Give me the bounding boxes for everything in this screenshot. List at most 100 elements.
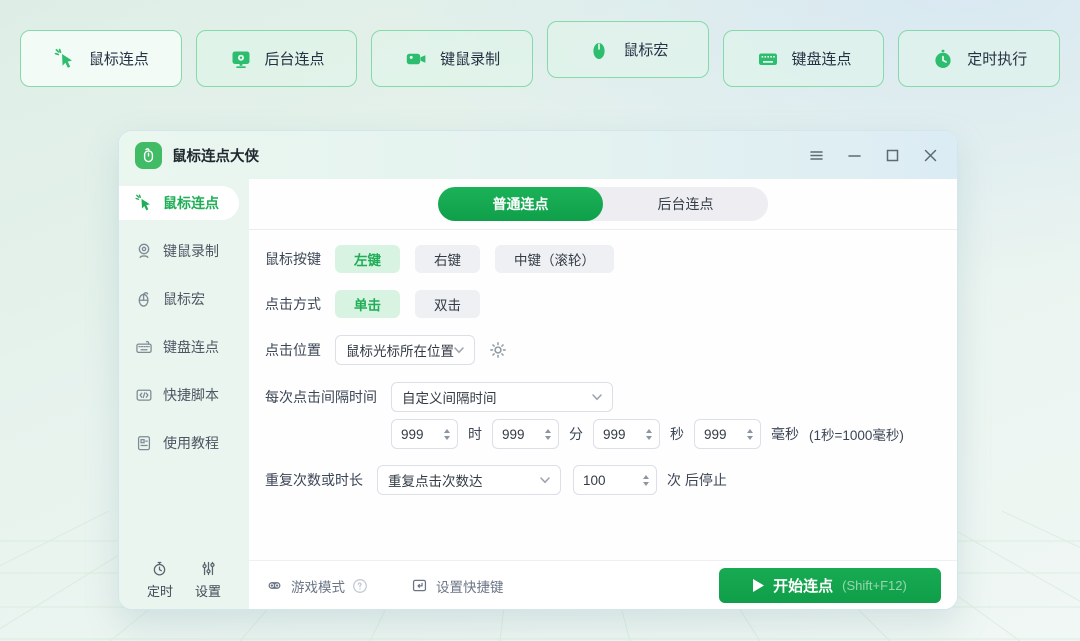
top-launcher-nav: 鼠标连点 后台连点 键鼠录制 鼠标宏 (20, 30, 1060, 87)
game-mode-toggle[interactable]: 游戏模式 (265, 576, 368, 596)
sidebar-settings-button[interactable]: 设置 (195, 559, 221, 600)
sidebar-item-quick-script[interactable]: 快捷脚本 (119, 378, 249, 412)
double-click-chip[interactable]: 双击 (415, 290, 480, 318)
click-position-select[interactable]: 鼠标光标所在位置 (335, 335, 475, 365)
mouse-icon (134, 289, 154, 309)
nav-button-label: 定时执行 (967, 48, 1027, 69)
window-title: 鼠标连点大侠 (172, 145, 259, 166)
seconds-input[interactable]: 999 (593, 419, 660, 449)
sidebar: 鼠标连点 键鼠录制 鼠标宏 (119, 179, 249, 610)
sidebar-footer-label: 设置 (195, 581, 221, 600)
sidebar-footer-label: 定时 (147, 581, 173, 600)
mouse-icon (587, 38, 611, 62)
repeat-count-value: 100 (583, 473, 637, 488)
nav-button-label: 鼠标宏 (623, 39, 668, 60)
hours-value: 999 (401, 427, 438, 442)
click-mode-tabs: 普通连点 后台连点 (438, 187, 768, 221)
start-clicking-button[interactable]: 开始连点 (Shift+F12) (719, 568, 941, 603)
nav-record-button[interactable]: 键鼠录制 (371, 30, 533, 87)
sidebar-item-label: 键盘连点 (163, 337, 219, 357)
sidebar-item-mouse-macro[interactable]: 鼠标宏 (119, 282, 249, 316)
tab-row: 普通连点 后台连点 (249, 179, 957, 230)
mouse-button-label: 鼠标按键 (265, 249, 321, 269)
hours-input[interactable]: 999 (391, 419, 458, 449)
settings-sliders-icon (199, 559, 218, 578)
script-icon (134, 385, 154, 405)
spinner[interactable] (747, 429, 753, 440)
spinner[interactable] (545, 429, 551, 440)
sidebar-item-keyboard-clicker[interactable]: 键盘连点 (119, 330, 249, 364)
tab-label: 后台连点 (658, 194, 714, 214)
sidebar-item-tutorial[interactable]: 使用教程 (119, 426, 249, 460)
nav-mouse-clicker-button[interactable]: 鼠标连点 (20, 30, 182, 87)
window-controls (808, 147, 939, 164)
interval-preset-value: 自定义间隔时间 (402, 387, 497, 407)
seconds-value: 999 (603, 427, 640, 442)
tab-label: 普通连点 (493, 194, 549, 214)
milliseconds-value: 999 (704, 427, 741, 442)
minutes-unit: 分 (569, 424, 583, 444)
spinner[interactable] (643, 475, 649, 486)
title-bar: 鼠标连点大侠 (119, 131, 957, 179)
start-button-hotkey: (Shift+F12) (842, 578, 907, 593)
sidebar-item-mouse-clicker[interactable]: 鼠标连点 (119, 186, 239, 220)
hours-unit: 时 (468, 424, 482, 444)
timer-icon (150, 559, 169, 578)
close-icon[interactable] (922, 147, 939, 164)
interval-hint: (1秒=1000毫秒) (809, 424, 904, 444)
stopwatch-icon (931, 47, 955, 71)
maximize-icon[interactable] (884, 147, 901, 164)
left-button-chip[interactable]: 左键 (335, 245, 400, 273)
nav-button-label: 键鼠录制 (440, 48, 500, 69)
action-bar: 游戏模式 设置快捷键 开始连点 (249, 560, 957, 610)
hotkey-icon (410, 576, 429, 595)
single-click-chip[interactable]: 单击 (335, 290, 400, 318)
keyboard-icon (756, 47, 780, 71)
spinner[interactable] (646, 429, 652, 440)
interval-label: 每次点击间隔时间 (265, 387, 377, 407)
keyboard-icon (134, 337, 154, 357)
repeat-mode-select[interactable]: 重复点击次数达 (377, 465, 561, 495)
nav-timed-run-button[interactable]: 定时执行 (898, 30, 1060, 87)
nav-button-label: 鼠标连点 (89, 48, 149, 69)
chevron-down-icon (454, 347, 464, 354)
help-circle-icon[interactable] (352, 578, 368, 594)
camera-icon (404, 47, 428, 71)
click-mode-row: 点击方式 单击 双击 (265, 290, 957, 318)
nav-keyboard-clicker-button[interactable]: 键盘连点 (723, 30, 885, 87)
repeat-suffix: 次 后停止 (667, 470, 727, 490)
chevron-down-icon (540, 477, 550, 484)
repeat-count-input[interactable]: 100 (573, 465, 657, 495)
click-position-value: 鼠标光标所在位置 (346, 340, 454, 360)
gear-icon[interactable] (487, 339, 509, 361)
menu-icon[interactable] (808, 147, 825, 164)
click-position-row: 点击位置 鼠标光标所在位置 (265, 335, 957, 365)
nav-mouse-macro-button[interactable]: 鼠标宏 (547, 21, 709, 78)
sidebar-item-record[interactable]: 键鼠录制 (119, 234, 249, 268)
tab-normal-click[interactable]: 普通连点 (438, 187, 603, 221)
spinner[interactable] (444, 429, 450, 440)
interval-preset-select[interactable]: 自定义间隔时间 (391, 382, 613, 412)
milliseconds-input[interactable]: 999 (694, 419, 761, 449)
cursor-click-icon (134, 193, 154, 213)
sidebar-timer-button[interactable]: 定时 (147, 559, 173, 600)
repeat-label: 重复次数或时长 (265, 470, 363, 490)
app-logo (135, 142, 162, 169)
game-mode-label: 游戏模式 (291, 576, 345, 596)
repeat-row: 重复次数或时长 重复点击次数达 100 次 后停止 (265, 465, 957, 495)
minimize-icon[interactable] (846, 147, 863, 164)
nav-background-clicker-button[interactable]: 后台连点 (196, 30, 358, 87)
seconds-unit: 秒 (670, 424, 684, 444)
webcam-icon (134, 241, 154, 261)
click-position-label: 点击位置 (265, 340, 321, 360)
right-button-chip[interactable]: 右键 (415, 245, 480, 273)
set-hotkey-button[interactable]: 设置快捷键 (410, 576, 504, 596)
middle-button-chip[interactable]: 中键（滚轮） (495, 245, 614, 273)
tab-background-click[interactable]: 后台连点 (603, 187, 768, 221)
minutes-input[interactable]: 999 (492, 419, 559, 449)
sidebar-item-label: 鼠标宏 (163, 289, 205, 309)
repeat-mode-value: 重复点击次数达 (388, 470, 483, 490)
sidebar-item-label: 使用教程 (163, 433, 219, 453)
start-button-label: 开始连点 (773, 575, 833, 596)
play-icon (753, 579, 764, 592)
